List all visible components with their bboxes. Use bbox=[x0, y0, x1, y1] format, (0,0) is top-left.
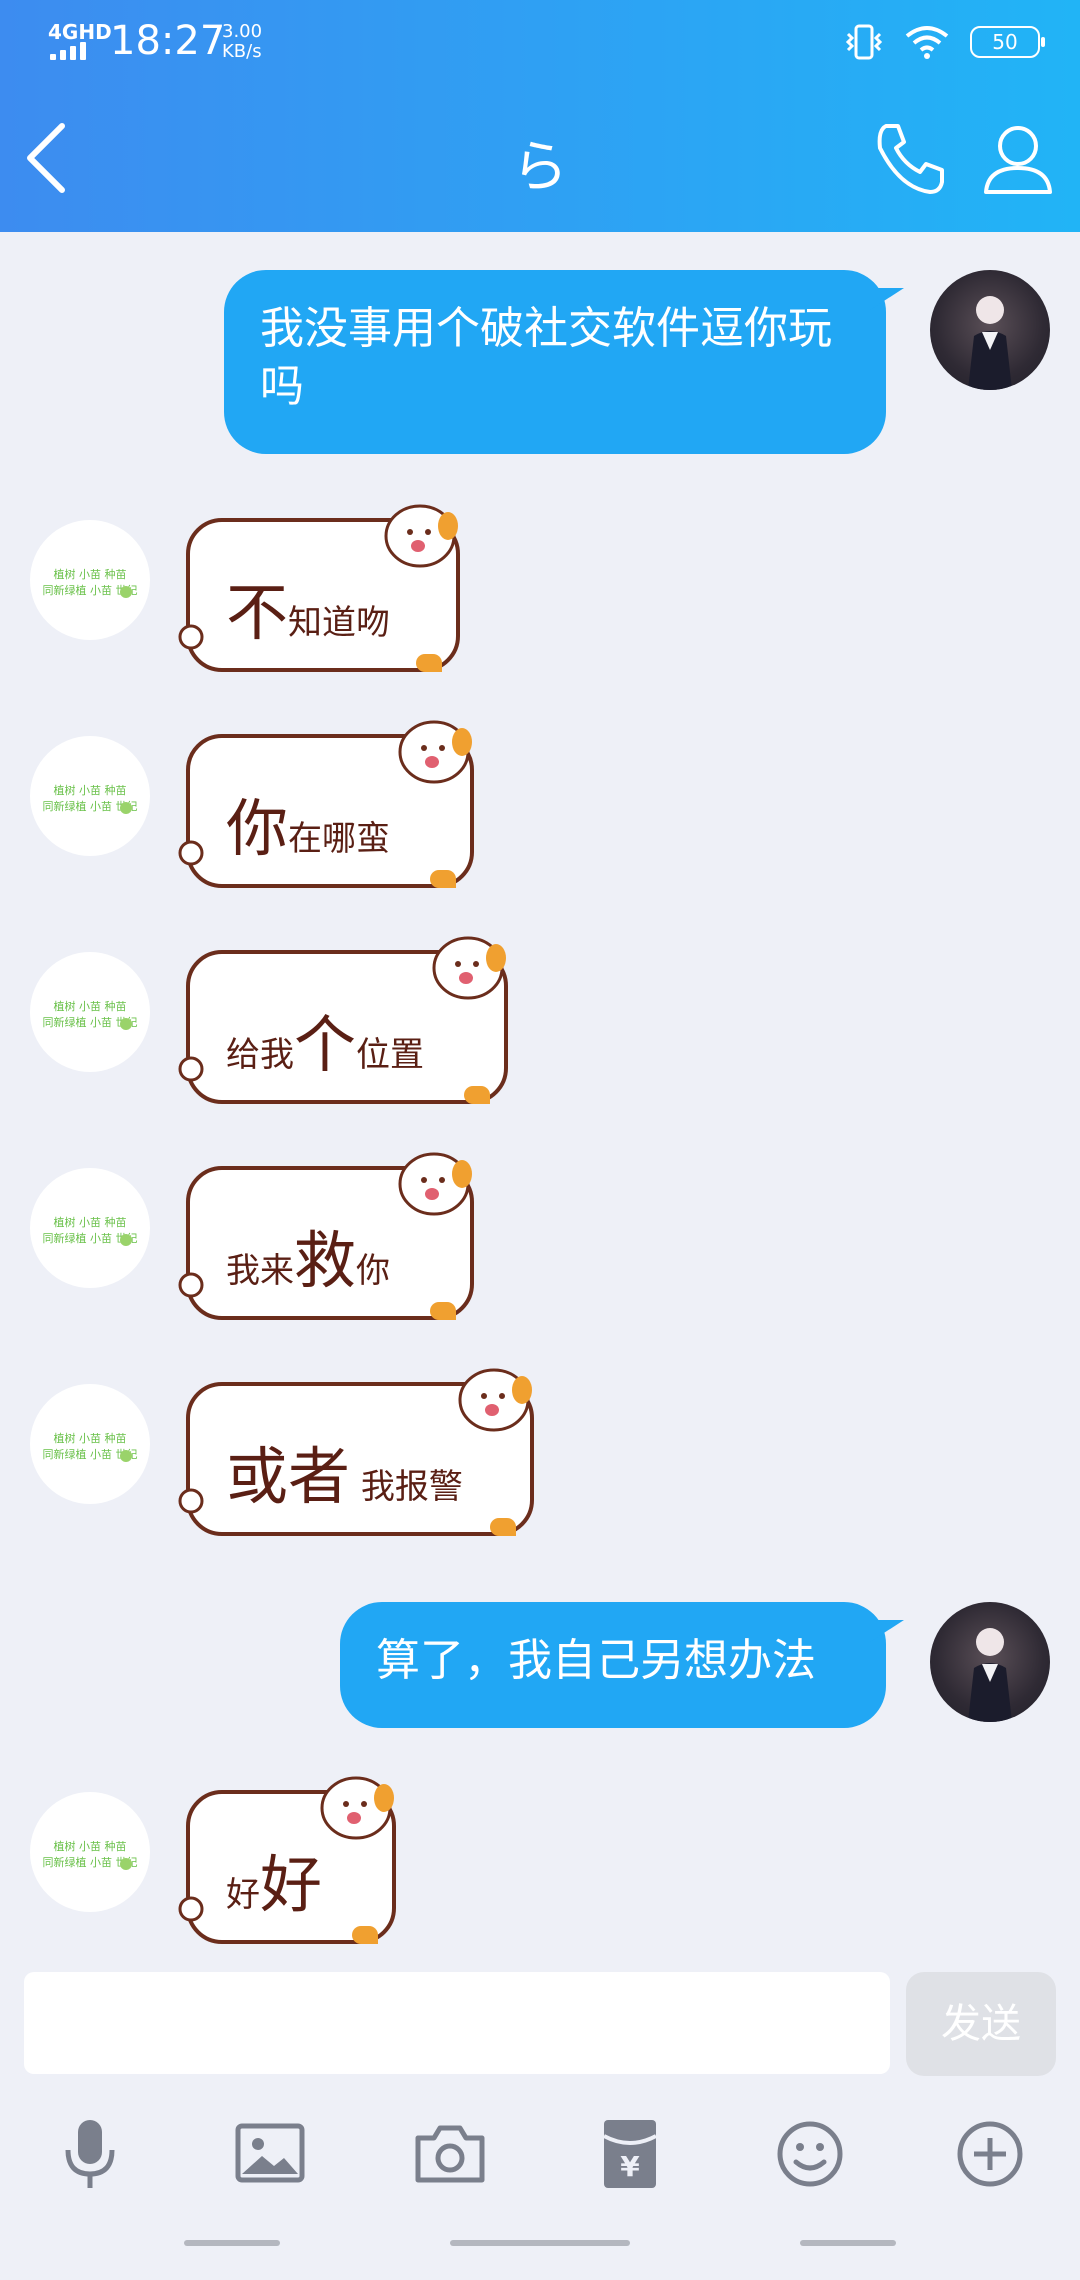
my-avatar[interactable] bbox=[930, 1602, 1050, 1722]
hamster-paw-icon bbox=[178, 1272, 204, 1298]
network-speed: 3.00 KB/s bbox=[222, 21, 263, 62]
sticker-message[interactable]: 你在哪蛮 bbox=[178, 720, 474, 888]
status-time: 18:27 bbox=[110, 18, 226, 64]
plus-icon bbox=[957, 2121, 1023, 2187]
red-packet-icon: ¥ bbox=[603, 2120, 657, 2188]
contact-avatar[interactable]: 植树 小苗 种苗 同新绿植 小苗 世纪 bbox=[30, 520, 150, 640]
red-packet-button[interactable]: ¥ bbox=[590, 2114, 670, 2194]
contact-avatar[interactable]: 植树 小苗 种苗 同新绿植 小苗 世纪 bbox=[30, 1168, 150, 1288]
svg-text:植树 小苗 种苗: 植树 小苗 种苗 bbox=[54, 1215, 127, 1229]
hamster-paw-icon bbox=[178, 1488, 204, 1514]
more-button[interactable] bbox=[950, 2114, 1030, 2194]
image-icon bbox=[235, 2123, 305, 2183]
hamster-icon bbox=[320, 1776, 394, 1840]
hamster-icon bbox=[384, 504, 458, 568]
sticker-text: 或者 我报警 bbox=[226, 1440, 463, 1513]
svg-text:植树 小苗 种苗: 植树 小苗 种苗 bbox=[54, 567, 127, 581]
message-bubble-outgoing[interactable]: 我没事用个破社交软件逗你玩吗 bbox=[224, 270, 904, 454]
call-button[interactable] bbox=[870, 118, 950, 198]
hamster-paw-icon bbox=[178, 1056, 204, 1082]
mic-icon bbox=[65, 2120, 115, 2188]
contact-avatar[interactable]: 植树 小苗 种苗 同新绿植 小苗 世纪 bbox=[30, 736, 150, 856]
message-bubble-outgoing[interactable]: 算了，我自己另想办法 bbox=[340, 1602, 904, 1728]
hamster-paw-icon bbox=[178, 840, 204, 866]
svg-text:植树 小苗 种苗: 植树 小苗 种苗 bbox=[54, 783, 127, 797]
nav-gesture-home[interactable] bbox=[450, 2240, 630, 2246]
hamster-paw-icon bbox=[178, 624, 204, 650]
voice-button[interactable] bbox=[50, 2114, 130, 2194]
svg-text:植树 小苗 种苗: 植树 小苗 种苗 bbox=[54, 999, 127, 1013]
message-text: 算了，我自己另想办法 bbox=[376, 1635, 816, 1686]
signal-icon bbox=[50, 42, 94, 60]
sticker-text: 不知道吻 bbox=[226, 576, 391, 649]
sticker-message[interactable]: 或者 我报警 bbox=[178, 1368, 534, 1536]
camera-icon bbox=[415, 2125, 485, 2183]
chat-header: 4GHD 18:27 3.00 KB/s 50 ら bbox=[0, 0, 1080, 232]
sticker-message[interactable]: 我来救你 bbox=[178, 1152, 474, 1320]
network-indicator: 4GHD bbox=[48, 20, 112, 44]
nav-gesture-left[interactable] bbox=[184, 2240, 280, 2246]
phone-icon bbox=[877, 124, 944, 194]
hamster-paw-icon bbox=[178, 1896, 204, 1922]
svg-text:¥: ¥ bbox=[620, 2150, 640, 2183]
sticker-text: 给我个位置 bbox=[226, 1008, 425, 1081]
sticker-text: 我来救你 bbox=[226, 1224, 391, 1297]
sticker-message[interactable]: 好好 bbox=[178, 1776, 396, 1944]
emoji-icon bbox=[777, 2121, 843, 2187]
hamster-icon bbox=[398, 1152, 472, 1216]
send-button[interactable]: 发送 bbox=[906, 1972, 1056, 2076]
message-input[interactable] bbox=[24, 1972, 890, 2074]
input-toolbar: ¥ bbox=[0, 2100, 1080, 2210]
svg-text:植树 小苗 种苗: 植树 小苗 种苗 bbox=[54, 1839, 127, 1853]
contact-avatar[interactable]: 植树 小苗 种苗 同新绿植 小苗 世纪 bbox=[30, 952, 150, 1072]
contact-avatar[interactable]: 植树 小苗 种苗 同新绿植 小苗 世纪 bbox=[30, 1384, 150, 1504]
hamster-icon bbox=[458, 1368, 532, 1432]
emoji-button[interactable] bbox=[770, 2114, 850, 2194]
wifi-icon bbox=[905, 26, 949, 59]
hamster-icon bbox=[432, 936, 506, 1000]
sticker-message[interactable]: 不知道吻 bbox=[178, 504, 460, 672]
status-bar: 4GHD 18:27 3.00 KB/s 50 bbox=[0, 0, 1080, 82]
sticker-message[interactable]: 给我个位置 bbox=[178, 936, 508, 1104]
sticker-text: 你在哪蛮 bbox=[226, 792, 391, 865]
battery-indicator: 50 bbox=[970, 26, 1045, 58]
compose-bar: 发送 bbox=[0, 1960, 1080, 2076]
message-text: 我没事用个破社交软件逗你玩吗 bbox=[260, 303, 832, 412]
vibrate-icon bbox=[845, 24, 883, 60]
gallery-button[interactable] bbox=[230, 2114, 310, 2194]
person-icon bbox=[984, 126, 1052, 194]
profile-button[interactable] bbox=[978, 118, 1058, 198]
camera-button[interactable] bbox=[410, 2114, 490, 2194]
sticker-text: 好好 bbox=[226, 1848, 323, 1921]
hamster-icon bbox=[398, 720, 472, 784]
my-avatar[interactable] bbox=[930, 270, 1050, 390]
contact-avatar[interactable]: 植树 小苗 种苗 同新绿植 小苗 世纪 bbox=[30, 1792, 150, 1912]
nav-gesture-right[interactable] bbox=[800, 2240, 896, 2246]
svg-text:植树 小苗 种苗: 植树 小苗 种苗 bbox=[54, 1431, 127, 1445]
